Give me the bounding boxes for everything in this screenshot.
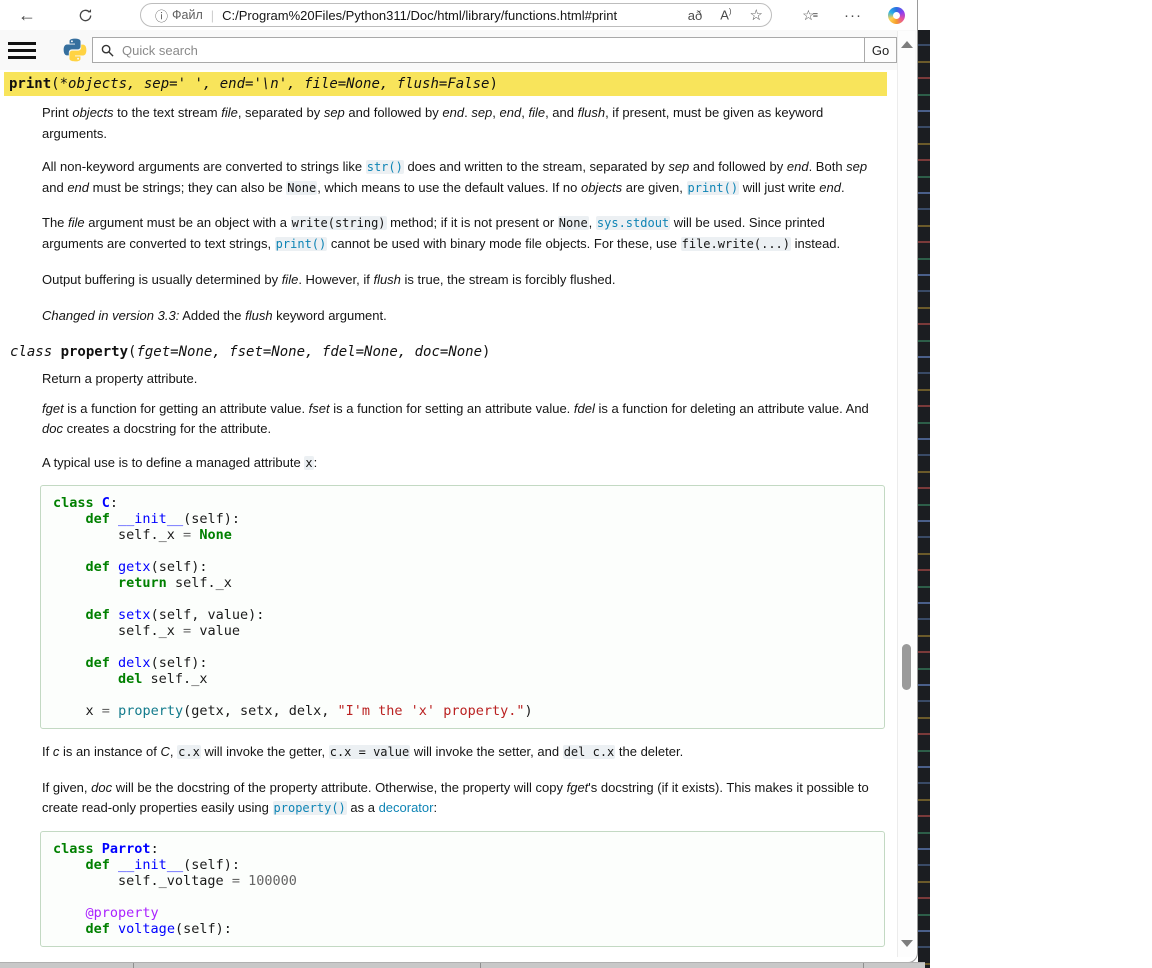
taskbar-strip (0, 962, 925, 968)
browser-window: ← ⓘ Файл | C:/Program%20Files/Python311/… (0, 0, 918, 963)
collections-icon[interactable]: ☆≡ (802, 7, 818, 24)
refresh-icon (78, 8, 93, 23)
inline-link[interactable]: str() (366, 160, 404, 174)
scrollbar-down-icon[interactable] (901, 940, 913, 947)
code-line: def delx(self): (53, 655, 872, 671)
search-input[interactable] (120, 42, 864, 59)
paragraph-property-doc: If given, doc will be the docstring of t… (42, 778, 875, 819)
copilot-icon[interactable] (888, 7, 905, 24)
code-block-property-example: class C: def __init__(self): self._x = N… (40, 485, 885, 729)
scrollbar-up-icon[interactable] (901, 41, 913, 48)
screen: ← ⓘ Файл | C:/Program%20Files/Python311/… (0, 0, 1152, 968)
signature-property: class property(fget=None, fset=None, fde… (10, 341, 887, 363)
code-line: return self._x (53, 575, 872, 591)
inline-link[interactable]: decorator (379, 800, 434, 815)
address-bar[interactable]: ⓘ Файл | C:/Program%20Files/Python311/Do… (140, 3, 772, 27)
code-line (53, 543, 872, 559)
inline-link[interactable]: sys.stdout (596, 216, 670, 230)
code-line: def __init__(self): (53, 857, 872, 873)
code-line: class C: (53, 495, 872, 511)
code-line (53, 889, 872, 905)
code-block-parrot-example: class Parrot: def __init__(self): self._… (40, 831, 885, 947)
background-window-sliver (918, 30, 930, 968)
translate-icon[interactable]: að (688, 8, 702, 23)
paragraph-property-typical: A typical use is to define a managed att… (42, 453, 875, 474)
taskbar-divider (133, 963, 134, 968)
code-line: self._x = value (53, 623, 872, 639)
favorite-star-icon[interactable]: ☆ (750, 6, 763, 24)
code-line: def getx(self): (53, 559, 872, 575)
url-scheme-label: Файл (172, 8, 203, 22)
inline-link[interactable]: print() (687, 181, 740, 195)
code-line: def __init__(self): (53, 511, 872, 527)
code-line: class Parrot: (53, 841, 872, 857)
code-line: x = property(getx, setx, delx, "I'm the … (53, 703, 872, 719)
page-info-icon[interactable]: ⓘ (155, 6, 168, 25)
quick-search-field[interactable] (92, 37, 865, 63)
inline-link[interactable]: property() (273, 801, 347, 815)
search-icon (101, 44, 114, 57)
page-content: print(*objects, sep=' ', end='\n', file=… (0, 70, 897, 960)
code-line: def voltage(self): (53, 921, 872, 937)
paragraph-print-file: The file argument must be an object with… (42, 213, 875, 254)
more-options-icon[interactable]: ··· (844, 7, 862, 24)
scrollbar-thumb[interactable] (902, 644, 911, 690)
menu-icon[interactable] (8, 42, 36, 59)
address-separator: | (211, 8, 214, 23)
code-line (53, 591, 872, 607)
paragraph-property-fget: fget is a function for getting an attrib… (42, 399, 875, 440)
back-button[interactable]: ← (12, 2, 42, 28)
go-button[interactable]: Go (864, 37, 897, 63)
code-line: self._x = None (53, 527, 872, 543)
code-line: del self._x (53, 671, 872, 687)
code-line: @property (53, 905, 872, 921)
url-text: C:/Program%20Files/Python311/Doc/html/li… (222, 8, 680, 23)
paragraph-print-buffering: Output buffering is usually determined b… (42, 270, 875, 291)
python-logo-icon (62, 37, 88, 63)
paragraph-property-instance: If c is an instance of C, c.x will invok… (42, 742, 875, 763)
taskbar-divider (480, 963, 481, 968)
scrollbar-track[interactable] (897, 31, 915, 957)
inline-link[interactable]: print() (275, 237, 328, 251)
paragraph-print-conversion: All non-keyword arguments are converted … (42, 157, 875, 198)
python-logo[interactable] (62, 37, 88, 63)
code-line (53, 687, 872, 703)
code-line: self._voltage = 100000 (53, 873, 872, 889)
browser-toolbar: ← ⓘ Файл | C:/Program%20Files/Python311/… (0, 0, 917, 31)
paragraph-print-intro: Print objects to the text stream file, s… (42, 103, 875, 144)
code-line: def setx(self, value): (53, 607, 872, 623)
paragraph-print-changed: Changed in version 3.3: Added the flush … (42, 306, 875, 327)
taskbar-divider (863, 963, 864, 968)
paragraph-property-return: Return a property attribute. (42, 369, 875, 390)
read-aloud-icon[interactable]: A) (720, 7, 731, 22)
refresh-button[interactable] (70, 2, 100, 28)
signature-print: print(*objects, sep=' ', end='\n', file=… (4, 72, 887, 96)
docs-header: Go (0, 30, 917, 70)
code-line (53, 639, 872, 655)
